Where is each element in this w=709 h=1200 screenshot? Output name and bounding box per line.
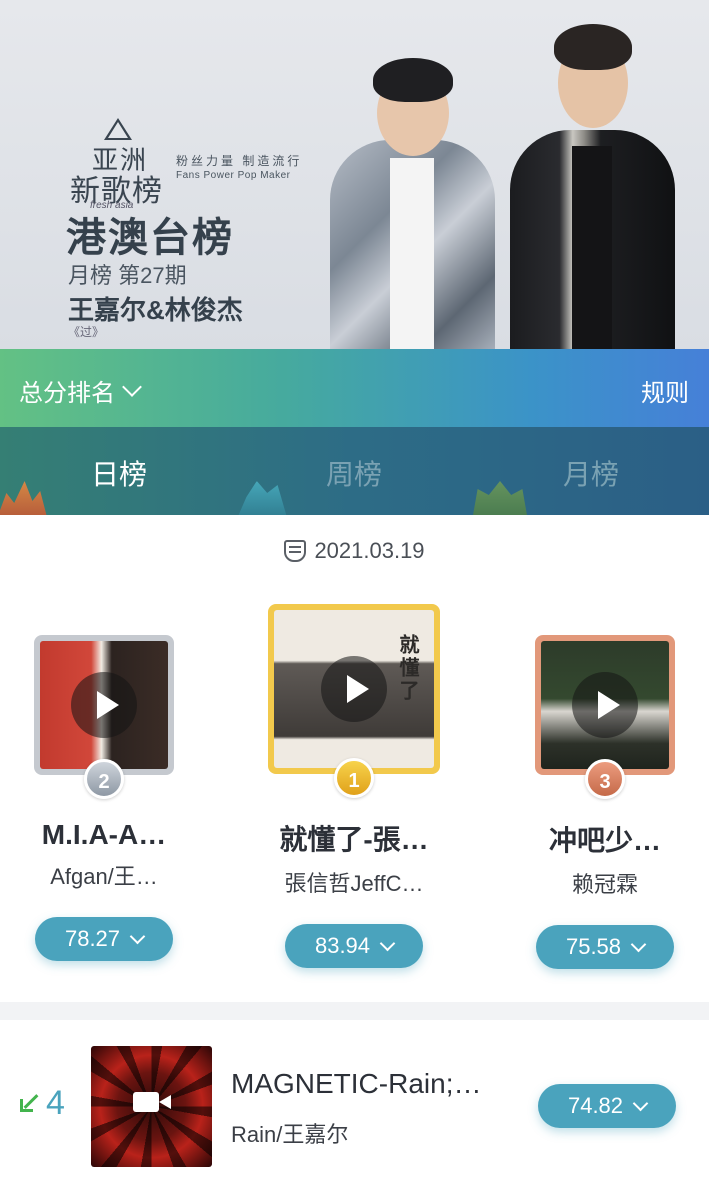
- chevron-down-icon: [630, 936, 647, 952]
- score-value: 78.27: [64, 926, 121, 951]
- flame-decoration-icon: [472, 481, 528, 515]
- featured-artists: 王嘉尔&林俊杰: [68, 295, 243, 325]
- tab-daily[interactable]: 日榜: [59, 453, 179, 493]
- gold-medal-icon: 1: [334, 758, 374, 798]
- logo-triangle-icon: [104, 118, 132, 140]
- trend-down-arrow-icon: [20, 1093, 38, 1112]
- silver-medal-icon: 2: [84, 759, 124, 799]
- calendar-icon: [284, 540, 307, 562]
- chevron-down-icon: [122, 376, 142, 397]
- section-divider: [0, 1002, 709, 1020]
- list-item-rank: 4: [46, 1084, 65, 1122]
- play-icon[interactable]: [572, 672, 638, 738]
- date-text: 2021.03.19: [314, 538, 425, 563]
- score-value: 83.94: [314, 933, 371, 958]
- period-tabs: 日榜 周榜 月榜: [0, 427, 709, 515]
- artist-photo-right: [510, 24, 675, 350]
- flame-decoration-icon: [0, 481, 48, 515]
- slogan-en: Fans Power Pop Maker: [176, 170, 291, 181]
- album-cover[interactable]: 就懂了: [274, 610, 434, 768]
- score-button[interactable]: 74.82: [538, 1084, 676, 1128]
- album-cover[interactable]: [541, 641, 669, 769]
- ranking-bar: 总分排名 规则: [0, 349, 709, 427]
- chevron-down-icon: [129, 928, 146, 944]
- chart-name: 港澳台榜: [66, 216, 234, 260]
- featured-song: 《过》: [68, 325, 105, 339]
- song-artist[interactable]: 赖冠霖: [515, 867, 695, 899]
- podium-item-rank-3[interactable]: 3 冲吧少… 赖冠霖 75.58: [515, 604, 695, 969]
- tab-monthly[interactable]: 月榜: [531, 453, 651, 493]
- album-cover-title: 就懂了: [396, 634, 418, 703]
- play-icon[interactable]: [321, 656, 387, 722]
- score-value: 75.58: [565, 934, 622, 959]
- score-button[interactable]: 75.58: [536, 925, 674, 969]
- album-cover[interactable]: [40, 641, 168, 769]
- chevron-down-icon: [379, 935, 396, 951]
- song-artist[interactable]: Afgan/王…: [14, 859, 194, 891]
- rules-link[interactable]: 规则: [641, 373, 689, 408]
- list-item-cover[interactable]: [91, 1046, 212, 1167]
- header-banner[interactable]: 亚洲 新歌榜 fresh asia 粉丝力量 制造流行 Fans Power P…: [0, 0, 709, 350]
- album-cover-frame: 就懂了 1: [268, 604, 440, 798]
- video-camera-icon: [133, 1092, 171, 1112]
- album-cover-frame: 2: [34, 635, 174, 799]
- list-item-title[interactable]: MAGNETIC-Rain;…: [231, 1068, 509, 1100]
- song-title[interactable]: 就懂了-張…: [264, 818, 444, 858]
- tab-weekly[interactable]: 周榜: [294, 453, 414, 493]
- list-item-artist[interactable]: Rain/王嘉尔: [231, 1117, 348, 1149]
- score-value: 74.82: [567, 1093, 624, 1118]
- chart-date: 2021.03.19: [0, 538, 709, 564]
- fresh-asia-logo: 亚洲 新歌榜 fresh asia: [62, 118, 172, 211]
- score-button[interactable]: 78.27: [35, 917, 173, 961]
- flame-decoration-icon: [236, 481, 288, 515]
- score-button[interactable]: 83.94: [285, 924, 423, 968]
- chart-period: 月榜 第27期: [68, 263, 187, 288]
- song-artist[interactable]: 張信哲JeffC…: [264, 866, 444, 898]
- podium-item-rank-1[interactable]: 就懂了 1 就懂了-張… 張信哲JeffC… 83.94: [264, 604, 444, 968]
- slogan-cn: 粉丝力量 制造流行: [176, 154, 303, 168]
- song-title[interactable]: M.I.A-A…: [14, 819, 194, 851]
- chevron-down-icon: [632, 1095, 649, 1111]
- podium-item-rank-2[interactable]: 2 M.I.A-A… Afgan/王… 78.27: [14, 604, 194, 961]
- album-cover-frame: 3: [535, 635, 675, 799]
- sort-label: 总分排名: [19, 380, 115, 407]
- artist-photo-left: [330, 58, 495, 350]
- song-title[interactable]: 冲吧少…: [515, 819, 695, 859]
- bronze-medal-icon: 3: [585, 759, 625, 799]
- sort-dropdown[interactable]: 总分排名: [19, 373, 142, 408]
- play-icon[interactable]: [71, 672, 137, 738]
